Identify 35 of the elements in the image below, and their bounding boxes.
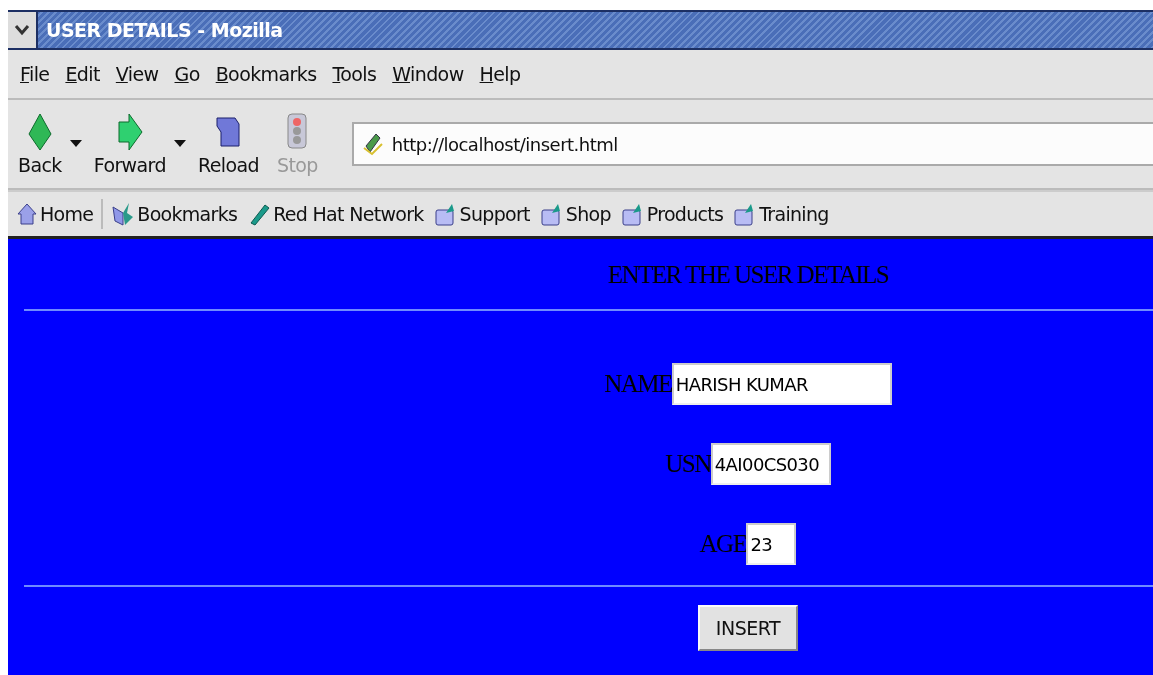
dropdown-arrow-icon[interactable] [173, 140, 186, 148]
bookmark-link[interactable]: Training [731, 201, 831, 227]
menu-item[interactable]: Window [386, 63, 470, 85]
bookmark-link[interactable]: Bookmarks [109, 201, 240, 227]
menu-item[interactable]: File [14, 63, 56, 85]
window-title: USER DETAILS - Mozilla [46, 19, 283, 41]
form-heading: ENTER THE USER DETAILS [607, 261, 889, 289]
toolbar-button[interactable]: Reload [193, 112, 263, 176]
menu-item[interactable]: Bookmarks [209, 63, 323, 85]
field-label: USN [665, 450, 711, 478]
toolbar-button[interactable]: Forward [89, 112, 170, 176]
toolbar-button[interactable]: Back [14, 112, 66, 176]
bookmark-link[interactable]: Products [618, 201, 726, 227]
field-label: AGE [699, 530, 747, 558]
menu-item[interactable]: Help [473, 63, 527, 85]
stop-icon [285, 112, 310, 152]
address-field[interactable]: http://localhost/insert.html [351, 122, 1153, 166]
bookmark-link[interactable]: Home [14, 202, 96, 226]
bookmark-link[interactable]: Support [431, 201, 532, 227]
menu-item[interactable]: View [109, 63, 165, 85]
bookmark-link[interactable]: Shop [537, 201, 613, 227]
menu-item[interactable]: Tools [326, 63, 383, 85]
dropdown-arrow-icon[interactable] [69, 140, 82, 148]
menu-item[interactable]: Go [168, 63, 206, 85]
menu-item[interactable]: Edit [59, 63, 106, 85]
field-label: NAME [604, 370, 672, 398]
bookmarks-icon [111, 201, 136, 227]
input-field[interactable]: 4AI00CS030 [710, 443, 831, 485]
insert-button[interactable]: INSERT [697, 605, 799, 651]
chevron-down-icon [14, 24, 30, 36]
house-icon [16, 202, 38, 226]
input-field[interactable]: 23 [746, 523, 797, 565]
window-menu-button[interactable] [8, 12, 38, 48]
bookmark-link[interactable]: Red Hat Network [245, 201, 426, 227]
input-field[interactable]: HARISH KUMAR [671, 363, 892, 405]
